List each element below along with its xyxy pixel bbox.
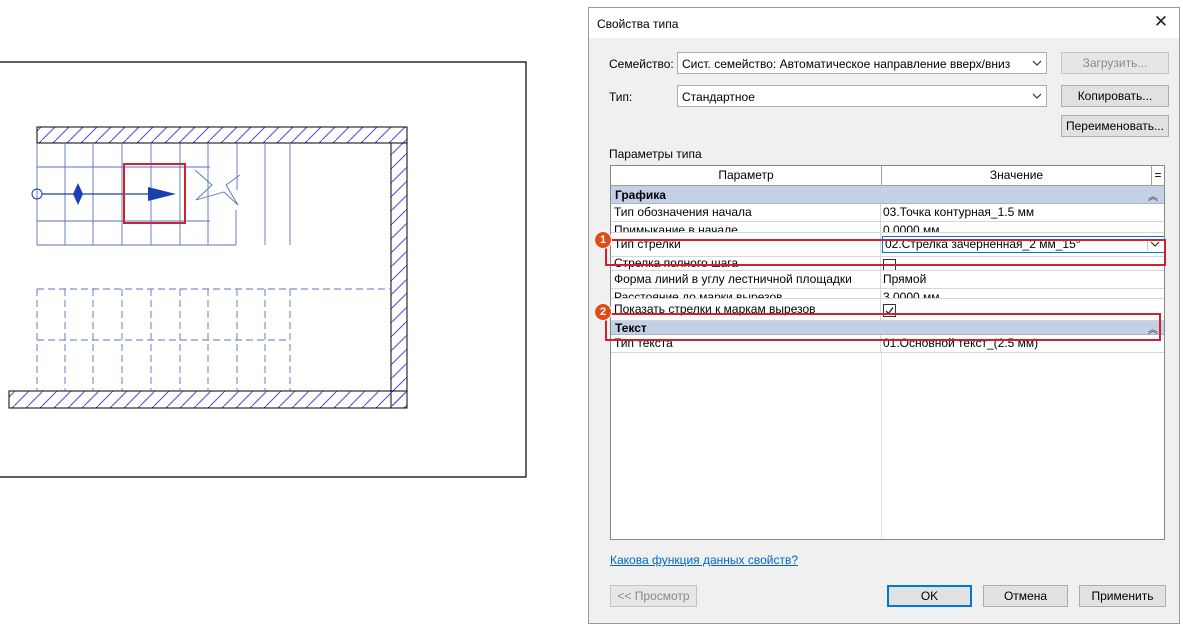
cut-mark-symbol <box>73 183 83 205</box>
type-label: Тип: <box>609 90 633 104</box>
wall-top <box>36 126 408 144</box>
group-graphics[interactable]: Графика ︽ <box>611 186 1164 204</box>
param-name: Форма линий в углу лестничной площадки <box>611 271 881 288</box>
help-link[interactable]: Какова функция данных свойств? <box>610 553 798 567</box>
badge-2: 2 <box>594 303 612 321</box>
param-name: Расстояние до марки вырезов <box>611 289 881 298</box>
family-select[interactable]: Сист. семейство: Автоматическое направле… <box>677 52 1047 74</box>
wall-right <box>390 142 408 409</box>
table-row[interactable]: Тип обозначения начала 03.Точка контурна… <box>611 204 1164 222</box>
column-header-value[interactable]: Значение <box>882 166 1152 186</box>
sheet-frame <box>0 61 527 478</box>
column-menu-button[interactable]: = <box>1152 166 1164 186</box>
load-button[interactable]: Загрузить... <box>1061 52 1169 74</box>
parameters-grid: Параметр Значение = Графика ︽ Тип обозна… <box>610 165 1165 540</box>
table-row[interactable]: Примыкание в начале 0.0000 мм <box>611 222 1164 233</box>
badge-1: 1 <box>594 231 612 249</box>
param-value[interactable]: Прямой <box>881 271 1164 288</box>
param-value[interactable]: 3.0000 мм <box>881 289 1164 298</box>
table-row[interactable]: Форма линий в углу лестничной площадки П… <box>611 271 1164 289</box>
collapse-icon[interactable]: ︽ <box>1148 188 1158 203</box>
dialog-title: Свойства типа <box>597 17 679 31</box>
rename-button[interactable]: Переименовать... <box>1061 115 1169 137</box>
ok-button[interactable]: OK <box>887 585 972 607</box>
column-divider <box>881 353 882 539</box>
stair-plan-drawing <box>0 61 527 478</box>
group-label: Графика <box>615 188 666 202</box>
param-value[interactable]: 03.Точка контурная_1.5 мм <box>881 204 1164 221</box>
type-value: Стандартное <box>682 90 755 104</box>
column-header-param[interactable]: Параметр <box>611 166 882 186</box>
family-label: Семейство: <box>609 57 674 71</box>
type-properties-dialog: Свойства типа ✕ Семейство: Сист. семейст… <box>588 7 1180 624</box>
direction-arrow <box>148 187 176 201</box>
close-icon[interactable]: ✕ <box>1151 12 1171 32</box>
table-row[interactable]: Расстояние до марки вырезов 3.0000 мм <box>611 289 1164 299</box>
wall-bottom <box>8 390 408 409</box>
apply-button[interactable]: Применить <box>1079 585 1166 607</box>
param-value[interactable]: 0.0000 мм <box>881 222 1164 232</box>
family-value: Сист. семейство: Автоматическое направле… <box>682 57 1011 71</box>
params-label: Параметры типа <box>609 147 702 161</box>
direction-path <box>31 188 150 200</box>
type-select[interactable]: Стандартное <box>677 85 1047 107</box>
lower-flight <box>36 288 390 391</box>
show-cut-arrows-highlight <box>605 313 1161 341</box>
param-name: Тип обозначения начала <box>611 204 881 221</box>
param-name: Примыкание в начале <box>611 222 881 232</box>
title-bar: Свойства типа ✕ <box>589 8 1179 38</box>
copy-button[interactable]: Копировать... <box>1061 85 1169 107</box>
preview-button[interactable]: << Просмотр <box>610 585 697 607</box>
arrow-type-highlight <box>605 239 1166 266</box>
chevron-down-icon <box>1032 93 1042 99</box>
chevron-down-icon <box>1032 60 1042 66</box>
cancel-button[interactable]: Отмена <box>983 585 1068 607</box>
